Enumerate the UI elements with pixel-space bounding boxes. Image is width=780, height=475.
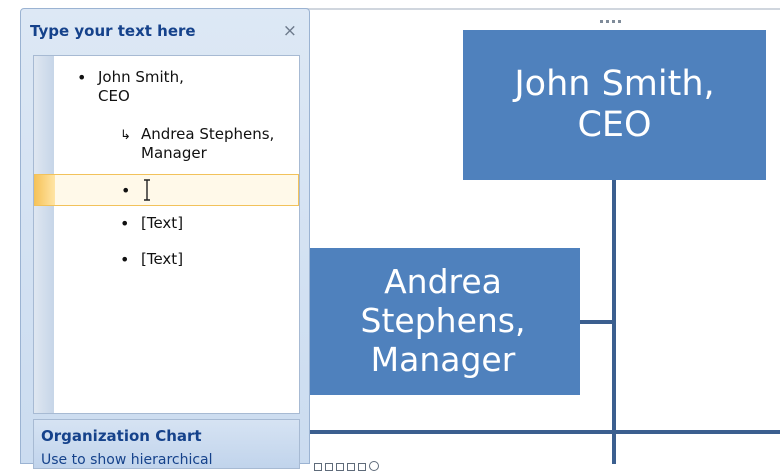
bottom-connector bbox=[300, 430, 780, 434]
ceo-shape-text: John Smith, CEO bbox=[514, 63, 715, 145]
layout-name: Organization Chart bbox=[41, 427, 202, 445]
bullet-icon: • bbox=[120, 250, 130, 269]
canvas-top-border bbox=[300, 8, 780, 10]
handle-round[interactable] bbox=[369, 461, 379, 471]
text-pane: Type your text here × • John Smith, CEO … bbox=[20, 8, 310, 469]
manager-shape-text: Andrea Stephens, Manager bbox=[360, 262, 526, 379]
pane-title: Type your text here bbox=[30, 22, 196, 40]
selection-handles[interactable] bbox=[314, 456, 414, 471]
text-cursor-icon bbox=[144, 179, 150, 201]
list-item[interactable]: ↳ Andrea Stephens, Manager bbox=[120, 125, 290, 165]
assistant-arrow-icon: ↳ bbox=[120, 128, 131, 143]
handle[interactable] bbox=[347, 463, 355, 471]
handle[interactable] bbox=[336, 463, 344, 471]
layout-description: Use to show hierarchical bbox=[41, 452, 213, 468]
active-row-marker bbox=[35, 175, 55, 205]
editor-gutter bbox=[34, 56, 54, 413]
list-item-text[interactable]: John Smith, CEO bbox=[98, 68, 184, 106]
list-item[interactable]: • John Smith, CEO bbox=[77, 68, 267, 108]
manager-shape[interactable]: Andrea Stephens, Manager bbox=[306, 248, 580, 395]
handle[interactable] bbox=[358, 463, 366, 471]
resize-grip-icon[interactable] bbox=[600, 8, 626, 23]
layout-info-box: Organization Chart Use to show hierarchi… bbox=[33, 419, 300, 469]
bullet-icon: • bbox=[120, 214, 130, 233]
handle[interactable] bbox=[325, 463, 333, 471]
bullet-icon: • bbox=[121, 181, 131, 200]
assistant-connector bbox=[580, 320, 614, 324]
list-item-text[interactable]: [Text] bbox=[141, 250, 183, 269]
list-item[interactable]: • [Text] bbox=[120, 214, 240, 234]
list-item-text[interactable]: [Text] bbox=[141, 214, 183, 233]
text-editor[interactable]: • John Smith, CEO ↳ Andrea Stephens, Man… bbox=[33, 55, 300, 414]
list-item[interactable]: • [Text] bbox=[120, 250, 240, 270]
close-icon[interactable]: × bbox=[283, 21, 297, 41]
list-item-text[interactable]: Andrea Stephens, Manager bbox=[141, 125, 274, 163]
handle[interactable] bbox=[314, 463, 322, 471]
bullet-icon: • bbox=[77, 68, 87, 87]
ceo-shape[interactable]: John Smith, CEO bbox=[463, 30, 766, 180]
active-list-item[interactable]: • bbox=[34, 174, 299, 206]
